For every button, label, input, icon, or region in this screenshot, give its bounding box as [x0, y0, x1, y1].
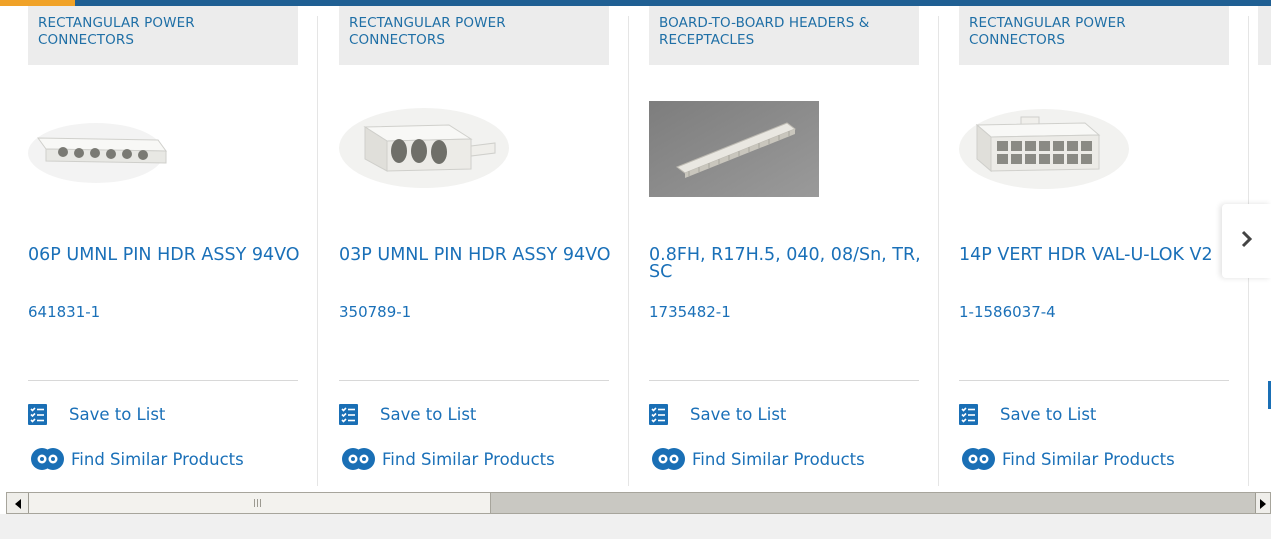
product-title[interactable]: 06P UMNL PIN HDR ASSY 94VO	[28, 246, 303, 264]
checklist-icon	[339, 403, 358, 425]
product-image[interactable]	[649, 101, 819, 197]
product-part-number[interactable]: 1-1586037-4	[959, 303, 1056, 321]
save-to-list-label: Save to List	[1000, 404, 1097, 424]
gears-icon	[339, 447, 377, 471]
gears-icon	[649, 447, 687, 471]
gears-icon	[959, 447, 997, 471]
product-card: RECTANGULAR POWER CONNECTORS 14P VERT HD…	[959, 6, 1229, 484]
find-similar-label: Find Similar Products	[71, 449, 244, 469]
product-title[interactable]: 03P UMNL PIN HDR ASSY 94VO	[339, 246, 614, 264]
scroll-thumb[interactable]	[29, 493, 491, 513]
save-to-list-button[interactable]: Save to List	[959, 402, 1096, 426]
save-to-list-button[interactable]: Save to List	[28, 402, 165, 426]
scroll-left-button[interactable]	[7, 493, 29, 513]
find-similar-products-button[interactable]: Find Similar Products	[339, 447, 555, 471]
gears-icon	[28, 447, 66, 471]
find-similar-products-button[interactable]: Find Similar Products	[28, 447, 244, 471]
product-part-number[interactable]: 1735482-1	[649, 303, 731, 321]
product-image[interactable]	[339, 91, 539, 206]
find-similar-label: Find Similar Products	[692, 449, 865, 469]
horizontal-scrollbar[interactable]	[6, 492, 1271, 514]
product-part-number[interactable]: 641831-1	[28, 303, 100, 321]
checklist-icon	[959, 403, 978, 425]
checklist-icon	[28, 403, 47, 425]
chevron-right-icon	[1240, 230, 1254, 252]
card-separator	[959, 380, 1229, 381]
card-separator	[339, 380, 609, 381]
product-image[interactable]	[959, 91, 1159, 206]
card-divider	[317, 16, 318, 486]
arrow-right-icon	[1260, 494, 1266, 513]
arrow-left-icon	[14, 494, 22, 513]
card-separator	[28, 380, 298, 381]
save-to-list-button[interactable]: Save to List	[339, 402, 476, 426]
checklist-icon	[649, 403, 668, 425]
product-part-number[interactable]: 350789-1	[339, 303, 411, 321]
find-similar-label: Find Similar Products	[382, 449, 555, 469]
product-title[interactable]: 14P VERT HDR VAL-U-LOK V2	[959, 246, 1234, 264]
product-category[interactable]: BOARD-TO-BOARD HEADERS & RECEPTACLES	[649, 6, 919, 65]
scroll-right-button[interactable]	[1255, 493, 1270, 513]
find-similar-label: Find Similar Products	[1002, 449, 1175, 469]
product-card: RECTANGULAR POWER CONNECTORS 03P UMNL PI…	[339, 6, 611, 484]
product-category[interactable]: RECTANGULAR POWER CONNECTORS	[959, 6, 1229, 65]
card-divider	[628, 16, 629, 486]
product-card: RECTANGULAR POWER CONNECTORS 06P UMNL PI…	[28, 6, 300, 484]
save-to-list-label: Save to List	[690, 404, 787, 424]
product-image[interactable]	[28, 91, 228, 206]
card-divider	[938, 16, 939, 486]
find-similar-products-button[interactable]: Find Similar Products	[649, 447, 865, 471]
status-bar	[0, 514, 1271, 539]
product-category[interactable]: RECTANGULAR POWER CONNECTORS	[28, 6, 298, 65]
product-carousel: RECTANGULAR POWER CONNECTORS 06P UMNL PI…	[0, 6, 1271, 486]
save-to-list-label: Save to List	[69, 404, 166, 424]
find-similar-products-button[interactable]: Find Similar Products	[959, 447, 1175, 471]
product-card: BOARD-TO-BOARD HEADERS & RECEPTACLES 0.8…	[649, 6, 921, 484]
save-to-list-label: Save to List	[380, 404, 477, 424]
product-title[interactable]: 0.8FH, R17H.5, 040, 08/Sn, TR, SC	[649, 246, 924, 281]
carousel-next-button[interactable]	[1222, 204, 1271, 278]
product-category[interactable]: RECTANGULAR POWER CONNECTORS	[339, 6, 609, 65]
save-to-list-button[interactable]: Save to List	[649, 402, 786, 426]
card-separator	[649, 380, 919, 381]
